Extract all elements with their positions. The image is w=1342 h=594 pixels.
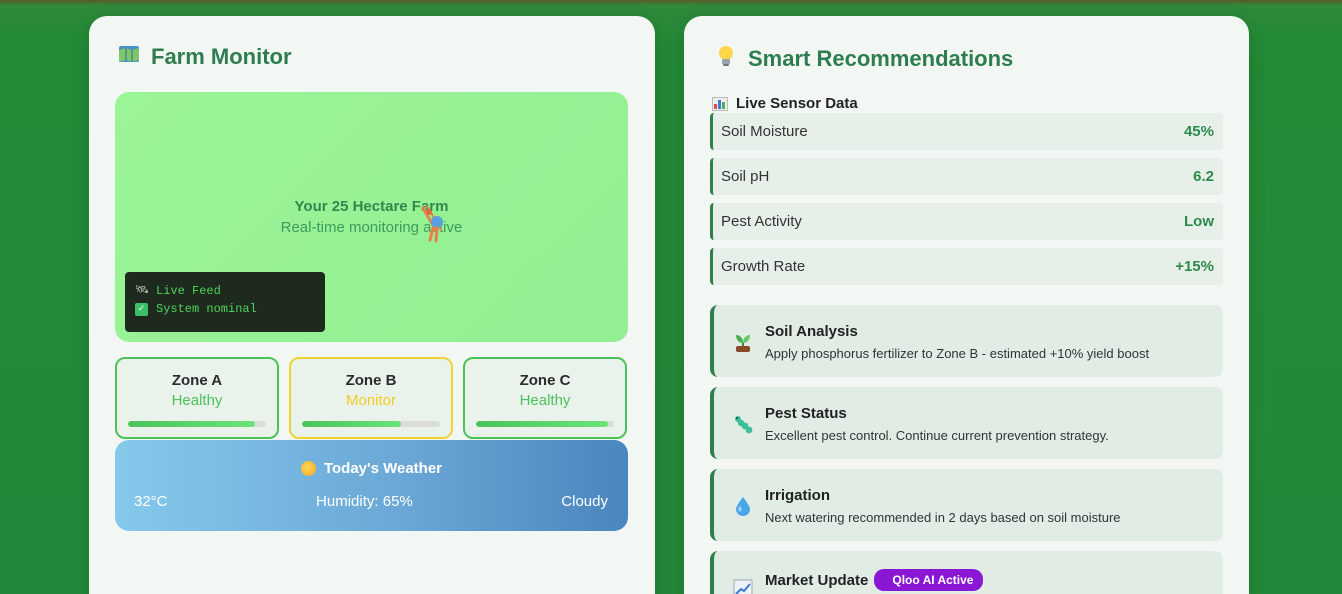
weather-condition: Cloudy xyxy=(561,493,608,510)
farm-map[interactable]: Your 25 Hectare Farm Real-time monitorin… xyxy=(115,92,628,342)
zone-name: Zone B xyxy=(345,372,397,389)
check-icon: ✓ xyxy=(135,302,148,316)
sensor-value: Low xyxy=(1184,213,1214,230)
sensor-value: +15% xyxy=(1175,258,1214,275)
sensor-label: Soil Moisture xyxy=(721,123,808,140)
recommendations-title: Smart Recommendations xyxy=(714,44,1013,74)
weather-title: Today's Weather xyxy=(115,460,628,477)
recommendation-title: Market Update Qloo AI Active xyxy=(765,569,984,591)
sensor-row-growth-rate: Growth Rate +15% xyxy=(710,248,1223,285)
recommendations-panel: Smart Recommendations Live Sensor Data S… xyxy=(684,16,1249,594)
farm-map-subtitle: Real-time monitoring active xyxy=(280,219,463,236)
sensor-row-soil-ph: Soil pH 6.2 xyxy=(710,158,1223,195)
live-feed-label: Live Feed xyxy=(156,284,221,298)
recommendations-title-text: Smart Recommendations xyxy=(748,46,1014,71)
sensor-label: Pest Activity xyxy=(721,213,802,230)
farm-monitor-panel: Farm Monitor Your 25 Hectare Farm Real-t… xyxy=(89,16,655,594)
weather-details: 32°C Humidity: 65% Cloudy xyxy=(134,493,608,510)
zone-health-bar xyxy=(302,421,440,427)
sensor-value: 6.2 xyxy=(1193,168,1214,185)
sun-icon xyxy=(300,461,316,476)
recommendation-text: Excellent pest control. Continue current… xyxy=(765,428,1109,443)
live-feed-console: 🛰 Live Feed ✓ System nominal xyxy=(125,272,325,332)
zone-name: Zone C xyxy=(519,372,571,389)
zone-health-bar xyxy=(476,421,614,427)
zone-health-bar xyxy=(128,421,266,427)
zone-name: Zone A xyxy=(171,372,223,389)
recommendation-title: Pest Status xyxy=(765,405,847,422)
recommendation-text: Next watering recommended in 2 days base… xyxy=(765,510,1121,525)
bug-icon xyxy=(732,413,754,435)
drone-icon xyxy=(417,204,447,244)
system-status-label: System nominal xyxy=(156,302,257,316)
sensor-value: 45% xyxy=(1183,123,1214,140)
sensor-label: Soil pH xyxy=(721,168,770,185)
sensor-label: Growth Rate xyxy=(721,258,806,275)
recommendation-card-market-update[interactable]: Market Update Qloo AI Active xyxy=(710,551,1223,594)
farm-map-title: Your 25 Hectare Farm xyxy=(294,198,449,215)
ai-status-badge: Qloo AI Active xyxy=(874,569,984,591)
map-icon xyxy=(117,44,141,70)
sensor-row-soil-moisture: Soil Moisture 45% xyxy=(710,113,1223,150)
zone-status: Monitor xyxy=(345,392,397,409)
farm-monitor-title-text: Farm Monitor xyxy=(151,44,292,69)
weather-humidity: Humidity: 65% xyxy=(316,493,413,510)
sensor-data-heading: Live Sensor Data xyxy=(712,95,858,112)
weather-title-text: Today's Weather xyxy=(323,460,443,477)
zone-card-c[interactable]: Zone C Healthy xyxy=(463,357,627,439)
weather-temperature: 32°C xyxy=(134,493,168,510)
zone-health-fill xyxy=(128,421,255,427)
recommendation-card-pest-status[interactable]: Pest Status Excellent pest control. Cont… xyxy=(710,387,1223,459)
trend-chart-icon xyxy=(732,577,754,594)
zone-health-fill xyxy=(476,421,609,427)
zone-status: Healthy xyxy=(171,392,223,409)
seedling-icon xyxy=(732,331,754,353)
recommendation-card-irrigation[interactable]: Irrigation Next watering recommended in … xyxy=(710,469,1223,541)
zone-card-b[interactable]: Zone B Monitor xyxy=(289,357,453,439)
recommendation-text: Apply phosphorus fertilizer to Zone B - … xyxy=(765,346,1150,361)
farm-monitor-title: Farm Monitor xyxy=(117,44,292,70)
sensor-heading-text: Live Sensor Data xyxy=(736,95,858,112)
recommendation-card-soil-analysis[interactable]: Soil Analysis Apply phosphorus fertilize… xyxy=(710,305,1223,377)
zone-status: Healthy xyxy=(519,392,571,409)
sensor-row-pest-activity: Pest Activity Low xyxy=(710,203,1223,240)
recommendation-title-text: Market Update xyxy=(765,571,869,589)
droplet-icon xyxy=(732,495,754,517)
weather-card: Today's Weather 32°C Humidity: 65% Cloud… xyxy=(115,440,628,531)
zone-health-fill xyxy=(302,421,402,427)
bar-chart-icon xyxy=(712,96,728,111)
recommendation-title: Irrigation xyxy=(765,487,831,504)
recommendation-title: Soil Analysis xyxy=(765,323,858,340)
satellite-icon: 🛰 xyxy=(135,284,149,297)
lightbulb-icon xyxy=(714,44,738,74)
zone-card-a[interactable]: Zone A Healthy xyxy=(115,357,279,439)
